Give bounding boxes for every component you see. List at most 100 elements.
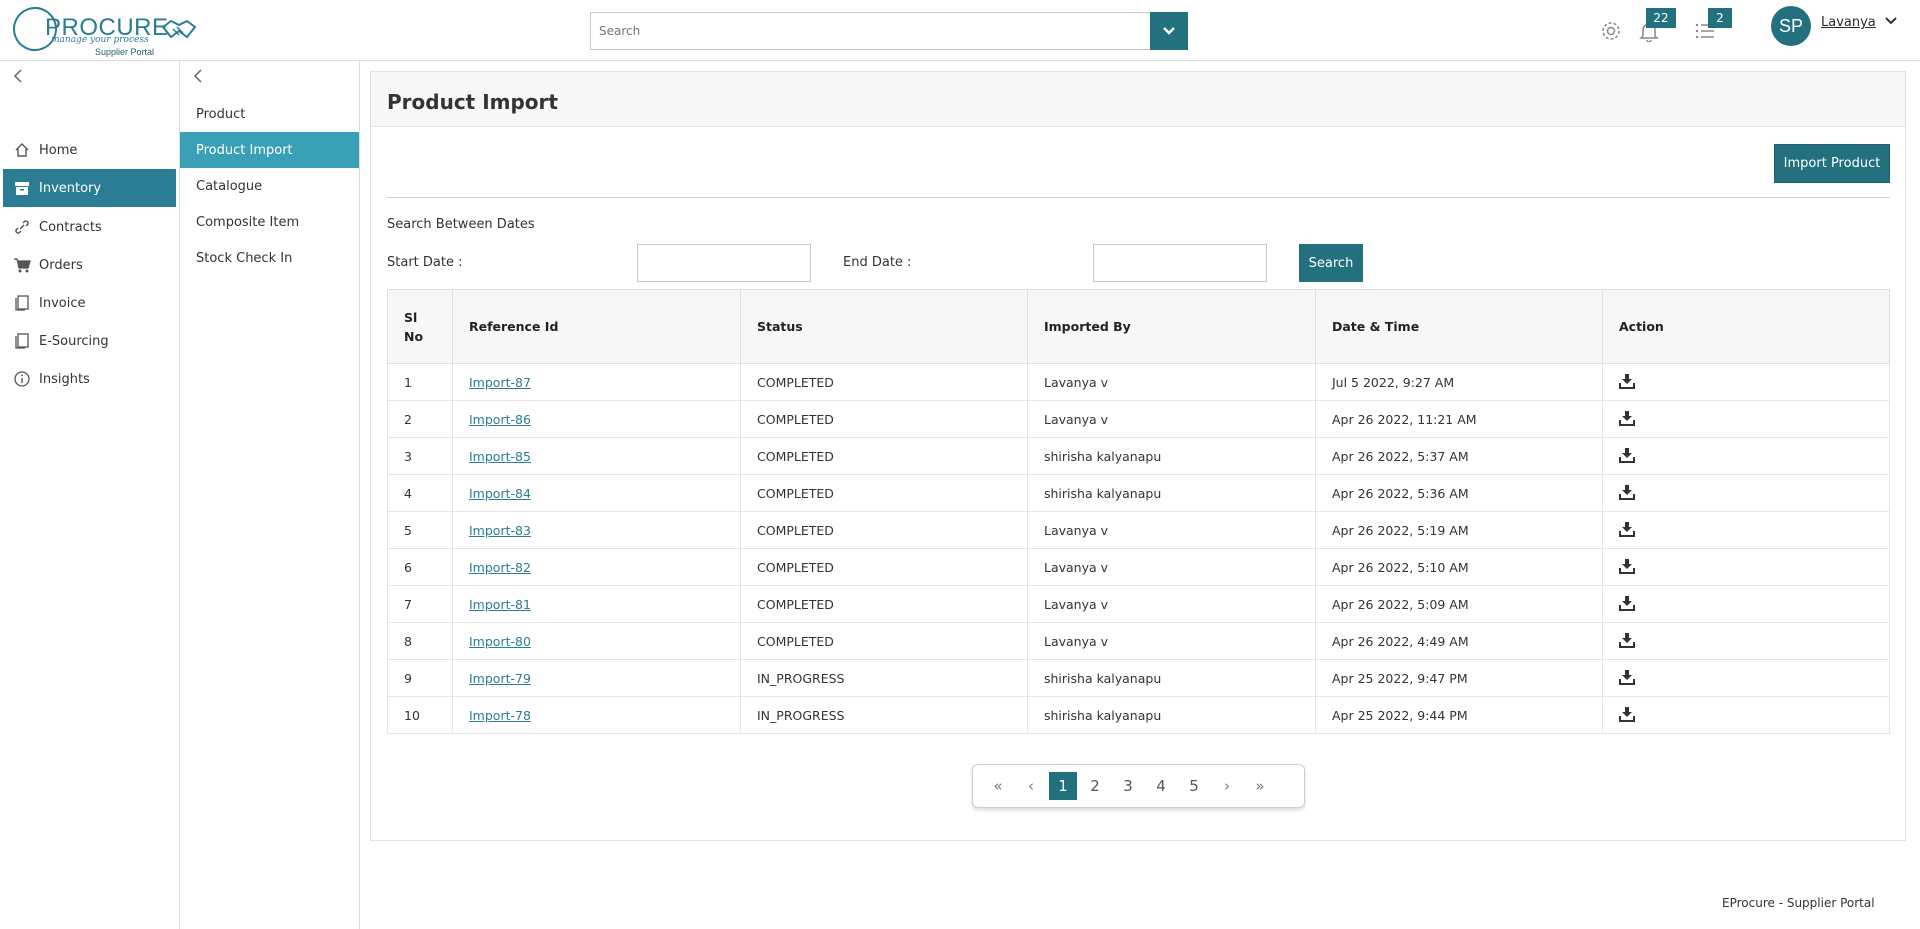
sl-no-cell: 8 bbox=[387, 622, 453, 660]
sidebar-item-label: Contracts bbox=[39, 219, 102, 235]
download-icon[interactable] bbox=[1619, 558, 1635, 574]
main-sidebar: Home Inventory Contracts Orders Invoice … bbox=[0, 61, 180, 929]
page-button[interactable]: 2 bbox=[1080, 772, 1110, 800]
sidebar-item-insights[interactable]: Insights bbox=[3, 360, 176, 398]
top-header: PROCURE manage your process Supplier Por… bbox=[0, 0, 1920, 61]
avatar[interactable]: SP bbox=[1771, 6, 1811, 46]
download-icon[interactable] bbox=[1619, 632, 1635, 648]
table-row: 3 Import-85 COMPLETED shirisha kalyanapu Apr… bbox=[387, 437, 1890, 475]
column-header[interactable]: Reference Id bbox=[452, 289, 741, 364]
table-row: 4 Import-84 COMPLETED shirisha kalyanapu Apr… bbox=[387, 474, 1890, 512]
reference-id-link[interactable]: Import-84 bbox=[469, 486, 531, 501]
imported-by-cell: Lavanya v bbox=[1027, 363, 1316, 401]
logo-tagline: manage your process bbox=[51, 35, 149, 45]
imported-by-cell: shirisha kalyanapu bbox=[1027, 474, 1316, 512]
page-button[interactable]: 4 bbox=[1146, 772, 1176, 800]
reference-id-link[interactable]: Import-82 bbox=[469, 560, 531, 575]
reference-id-link[interactable]: Import-79 bbox=[469, 671, 531, 686]
next-page-button[interactable]: › bbox=[1212, 772, 1242, 800]
sidebar-item-home[interactable]: Home bbox=[3, 131, 176, 169]
sl-no-cell: 1 bbox=[387, 363, 453, 401]
global-search bbox=[590, 12, 1151, 50]
search-dropdown-button[interactable] bbox=[1150, 12, 1188, 50]
status-cell: IN_PROGRESS bbox=[740, 696, 1028, 734]
chevron-down-icon[interactable] bbox=[1884, 16, 1898, 26]
reference-cell: Import-85 bbox=[452, 437, 741, 475]
status-cell: COMPLETED bbox=[740, 622, 1028, 660]
sidebar-item-label: Insights bbox=[39, 371, 90, 387]
imported-by-cell: Lavanya v bbox=[1027, 622, 1316, 660]
download-icon[interactable] bbox=[1619, 447, 1635, 463]
reference-cell: Import-87 bbox=[452, 363, 741, 401]
date-time-cell: Apr 26 2022, 4:49 AM bbox=[1315, 622, 1603, 660]
reference-id-link[interactable]: Import-87 bbox=[469, 375, 531, 390]
reference-cell: Import-82 bbox=[452, 548, 741, 586]
date-time-cell: Apr 26 2022, 11:21 AM bbox=[1315, 400, 1603, 438]
date-time-cell: Apr 26 2022, 5:09 AM bbox=[1315, 585, 1603, 623]
sidebar-item-label: Inventory bbox=[39, 180, 102, 196]
sl-no-cell: 10 bbox=[387, 696, 453, 734]
table-row: 5 Import-83 COMPLETED Lavanya v Apr 26 2022,… bbox=[387, 511, 1890, 549]
column-header[interactable]: Status bbox=[740, 289, 1028, 364]
table-row: 1 Import-87 COMPLETED Lavanya v Jul 5 2022, … bbox=[387, 363, 1890, 401]
status-cell: COMPLETED bbox=[740, 474, 1028, 512]
end-date-input[interactable] bbox=[1093, 244, 1267, 282]
download-icon[interactable] bbox=[1619, 521, 1635, 537]
download-icon[interactable] bbox=[1619, 373, 1635, 389]
import-product-button[interactable]: Import Product bbox=[1774, 144, 1890, 183]
main-panel: Product Import Import Product Search Bet… bbox=[370, 71, 1906, 841]
gear-icon bbox=[1602, 22, 1620, 40]
user-name-link[interactable]: Lavanya bbox=[1821, 15, 1876, 30]
start-date-input[interactable] bbox=[637, 244, 811, 282]
search-button[interactable]: Search bbox=[1299, 244, 1363, 282]
reference-id-link[interactable]: Import-85 bbox=[469, 449, 531, 464]
reference-id-link[interactable]: Import-80 bbox=[469, 634, 531, 649]
sidebar-item-contracts[interactable]: Contracts bbox=[3, 208, 176, 246]
eprocure-logo[interactable]: PROCURE manage your process Supplier Por… bbox=[6, 0, 197, 60]
download-icon[interactable] bbox=[1619, 484, 1635, 500]
settings-button[interactable] bbox=[1598, 18, 1624, 44]
reference-id-link[interactable]: Import-86 bbox=[469, 412, 531, 427]
sidebar-item-label: Home bbox=[39, 142, 78, 158]
action-cell bbox=[1602, 363, 1890, 401]
footer-text: EProcure - Supplier Portal bbox=[1722, 896, 1875, 910]
subnav-item-product-import[interactable]: Product Import bbox=[180, 132, 359, 168]
page-header: Product Import bbox=[371, 72, 1905, 127]
table-row: 6 Import-82 COMPLETED Lavanya v Apr 26 2022,… bbox=[387, 548, 1890, 586]
sidebar-item-e-sourcing[interactable]: E-Sourcing bbox=[3, 322, 176, 360]
search-input[interactable] bbox=[591, 13, 1150, 49]
download-icon[interactable] bbox=[1619, 706, 1635, 722]
download-icon[interactable] bbox=[1619, 410, 1635, 426]
subnav-item-composite-item[interactable]: Composite Item bbox=[180, 204, 359, 240]
subnav-item-catalogue[interactable]: Catalogue bbox=[180, 168, 359, 204]
sidebar-item-invoice[interactable]: Invoice bbox=[3, 284, 176, 322]
download-icon[interactable] bbox=[1619, 595, 1635, 611]
column-header[interactable]: Imported By bbox=[1027, 289, 1316, 364]
pagination: « ‹ 1 2 3 4 5 › » bbox=[972, 764, 1305, 808]
subnav-item-stock-check-in[interactable]: Stock Check In bbox=[180, 240, 359, 276]
last-page-button[interactable]: » bbox=[1245, 772, 1275, 800]
action-cell bbox=[1602, 585, 1890, 623]
collapse-sidebar-icon[interactable] bbox=[12, 69, 24, 83]
first-page-button[interactable]: « bbox=[983, 772, 1013, 800]
page-button[interactable]: 5 bbox=[1179, 772, 1209, 800]
subnav-item-product[interactable]: Product bbox=[180, 96, 359, 132]
collapse-subnav-icon[interactable] bbox=[192, 69, 204, 83]
reference-cell: Import-78 bbox=[452, 696, 741, 734]
reference-cell: Import-80 bbox=[452, 622, 741, 660]
prev-page-button[interactable]: ‹ bbox=[1016, 772, 1046, 800]
sidebar-item-orders[interactable]: Orders bbox=[3, 246, 176, 284]
column-header[interactable]: Date & Time bbox=[1315, 289, 1603, 364]
table-header-row: Sl No Reference Id Status Imported By Da… bbox=[387, 289, 1890, 364]
reference-id-link[interactable]: Import-83 bbox=[469, 523, 531, 538]
page-button[interactable]: 3 bbox=[1113, 772, 1143, 800]
reference-id-link[interactable]: Import-78 bbox=[469, 708, 531, 723]
imported-by-cell: shirisha kalyanapu bbox=[1027, 696, 1316, 734]
download-icon[interactable] bbox=[1619, 669, 1635, 685]
reference-id-link[interactable]: Import-81 bbox=[469, 597, 531, 612]
notifications-badge: 22 bbox=[1646, 8, 1676, 28]
sidebar-item-inventory[interactable]: Inventory bbox=[3, 169, 176, 207]
action-cell bbox=[1602, 437, 1890, 475]
page-button[interactable]: 1 bbox=[1049, 772, 1077, 800]
column-header[interactable]: Sl No bbox=[387, 289, 453, 364]
